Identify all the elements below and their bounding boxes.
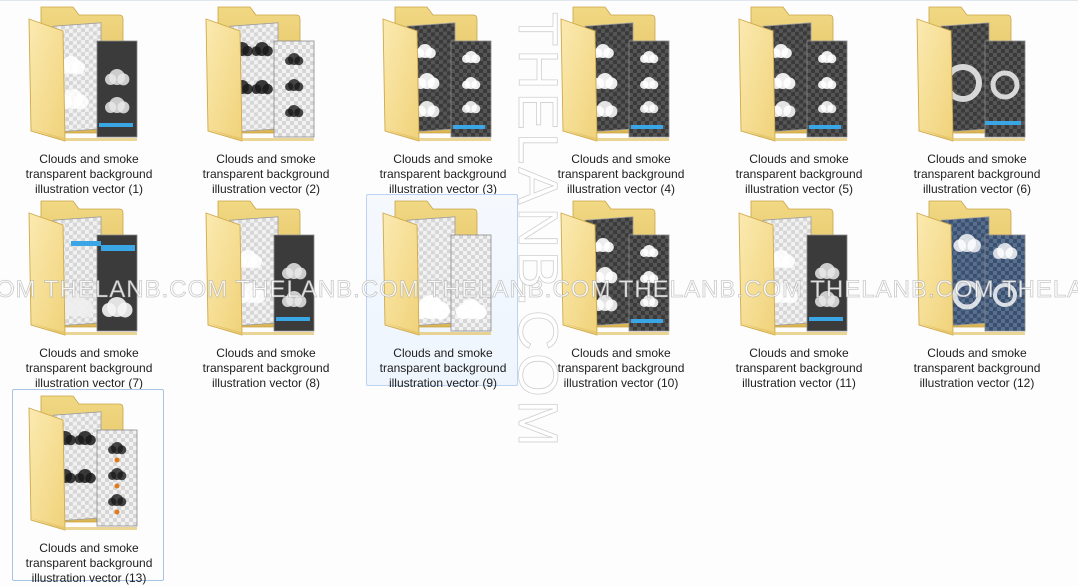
- folder-label-line: transparent background: [735, 361, 863, 375]
- folder-label: Clouds and smoke transparent background il…: [905, 346, 1049, 391]
- folder-label: Clouds and smoke transparent background il…: [549, 346, 693, 391]
- folder-label: Clouds and smoke transparent background il…: [905, 152, 1049, 197]
- folder-item[interactable]: Clouds and smoke transparent background il…: [900, 194, 1052, 390]
- folder-label: Clouds and smoke transparent background il…: [17, 152, 161, 197]
- folder-item[interactable]: Clouds and smoke transparent background il…: [366, 0, 518, 196]
- folder-icon: [28, 6, 138, 142]
- folder-label-line: transparent background: [557, 167, 685, 181]
- folder-label-line: Clouds and smoke: [216, 346, 316, 360]
- folder-label-line: transparent background: [25, 556, 153, 570]
- folder-icon: [560, 200, 670, 336]
- folder-label-line: transparent background: [913, 361, 1041, 375]
- folder-label-line: Clouds and smoke: [393, 346, 493, 360]
- folder-label-line: transparent background: [202, 361, 330, 375]
- folder-label-line: transparent background: [25, 361, 153, 375]
- folder-label-line: transparent background: [379, 361, 507, 375]
- folder-label-line: Clouds and smoke: [571, 346, 671, 360]
- folder-icon: [205, 200, 315, 336]
- folder-label: Clouds and smoke transparent background il…: [371, 346, 515, 391]
- folder-icon: [738, 6, 848, 142]
- folder-icon: [916, 200, 1026, 336]
- folder-label-line: Clouds and smoke: [39, 541, 139, 555]
- folder-label-line: transparent background: [202, 167, 330, 181]
- folder-icon: [738, 200, 848, 336]
- folder-label-line: Clouds and smoke: [927, 346, 1027, 360]
- folder-icon: [28, 395, 138, 531]
- folder-label-line: Clouds and smoke: [749, 152, 849, 166]
- folder-item[interactable]: Clouds and smoke transparent background il…: [12, 194, 164, 390]
- file-grid: Clouds and smoke transparent background il…: [0, 0, 1078, 585]
- folder-item[interactable]: Clouds and smoke transparent background il…: [12, 0, 164, 196]
- folder-item[interactable]: Clouds and smoke transparent background il…: [366, 194, 518, 390]
- folder-label-line: illustration vector (12): [919, 376, 1035, 390]
- folder-label: Clouds and smoke transparent background il…: [549, 152, 693, 197]
- folder-label-line: Clouds and smoke: [39, 152, 139, 166]
- folder-label-line: transparent background: [557, 361, 685, 375]
- folder-icon: [382, 200, 492, 336]
- folder-label: Clouds and smoke transparent background il…: [371, 152, 515, 197]
- folder-label: Clouds and smoke transparent background il…: [727, 346, 871, 391]
- folder-label-line: Clouds and smoke: [927, 152, 1027, 166]
- folder-label: Clouds and smoke transparent background il…: [17, 541, 161, 586]
- folder-label-line: illustration vector (8): [211, 376, 321, 390]
- folder-icon: [560, 6, 670, 142]
- folder-label-line: transparent background: [913, 167, 1041, 181]
- folder-label-line: Clouds and smoke: [571, 152, 671, 166]
- folder-item[interactable]: Clouds and smoke transparent background il…: [900, 0, 1052, 196]
- folder-icon: [382, 6, 492, 142]
- folder-icon: [916, 6, 1026, 142]
- folder-label-line: illustration vector (9): [388, 376, 498, 390]
- folder-item[interactable]: Clouds and smoke transparent background il…: [544, 0, 696, 196]
- folder-item[interactable]: Clouds and smoke transparent background il…: [189, 0, 341, 196]
- folder-label-line: Clouds and smoke: [216, 152, 316, 166]
- folder-item[interactable]: Clouds and smoke transparent background il…: [544, 194, 696, 390]
- folder-label-line: Clouds and smoke: [393, 152, 493, 166]
- folder-label: Clouds and smoke transparent background il…: [194, 346, 338, 391]
- folder-label-line: transparent background: [379, 167, 507, 181]
- folder-label-line: Clouds and smoke: [749, 346, 849, 360]
- folder-icon: [28, 200, 138, 336]
- folder-item[interactable]: Clouds and smoke transparent background il…: [189, 194, 341, 390]
- folder-item[interactable]: Clouds and smoke transparent background il…: [722, 0, 874, 196]
- folder-label-line: transparent background: [25, 167, 153, 181]
- folder-item[interactable]: Clouds and smoke transparent background il…: [722, 194, 874, 390]
- folder-label: Clouds and smoke transparent background il…: [17, 346, 161, 391]
- folder-label-line: Clouds and smoke: [39, 346, 139, 360]
- folder-label-line: illustration vector (13): [31, 571, 147, 585]
- folder-icon: [205, 6, 315, 142]
- folder-label: Clouds and smoke transparent background il…: [194, 152, 338, 197]
- folder-label-line: illustration vector (11): [742, 376, 856, 390]
- folder-item[interactable]: Clouds and smoke transparent background il…: [12, 389, 164, 585]
- folder-label: Clouds and smoke transparent background il…: [727, 152, 871, 197]
- folder-label-line: transparent background: [735, 167, 863, 181]
- folder-label-line: illustration vector (10): [563, 376, 679, 390]
